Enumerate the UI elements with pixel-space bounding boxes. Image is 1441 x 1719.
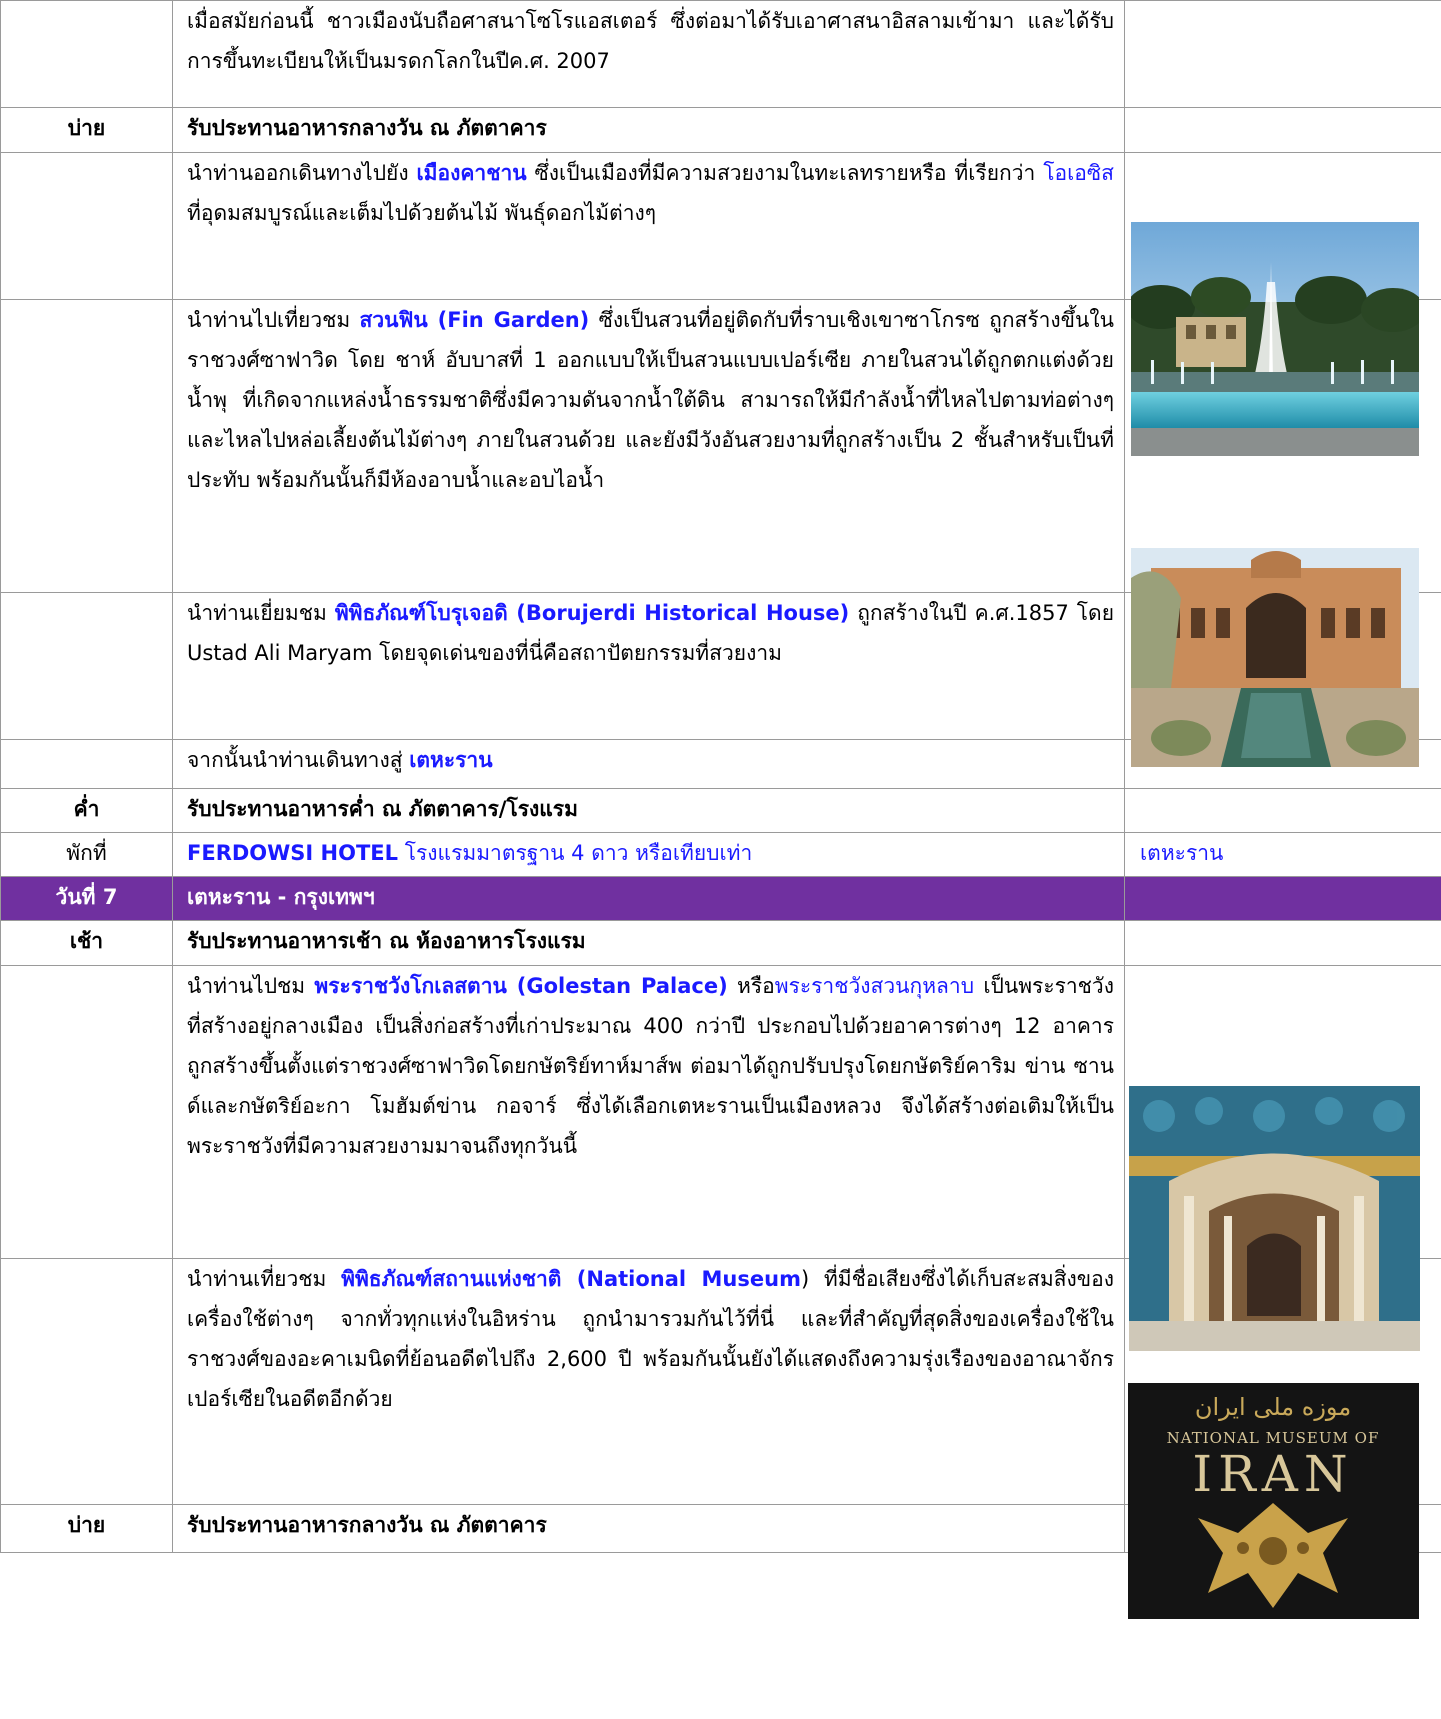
place-link: โอเอซิส — [1043, 161, 1114, 185]
activity-cell: นำท่านไปเที่ยวชม สวนฟิน (Fin Garden) ซึ่… — [172, 299, 1125, 593]
national-museum-poster: موزه ملی ایران NATIONAL MUSEUM OF IRAN — [1128, 1383, 1419, 1619]
activity-cell: จากนั้นนำท่านเดินทางสู่ เตหะราน — [172, 739, 1125, 789]
place-link: พิพิธภัณฑ์สถานแห่งชาติ (National Museum — [341, 1267, 801, 1291]
activity-cell: นำท่านเยี่ยมชม พิพิธภัณฑ์โบรุเจอดิ (Boru… — [172, 592, 1125, 740]
activity-cell: นำท่านออกเดินทางไปยัง เมืองคาชาน ซึ่งเป็… — [172, 152, 1125, 300]
day-label: วันที่ 7 — [0, 876, 173, 921]
time-cell — [0, 0, 173, 108]
hotel-city: เตหะราน — [1124, 832, 1441, 877]
place-link: พระราชวังโกเลสตาน (Golestan Palace) — [314, 974, 728, 998]
meal-text: รับประทานอาหารกลางวัน ณ ภัตตาคาร — [172, 1504, 1125, 1553]
image-cell — [1124, 920, 1441, 966]
table-row: บ่าย รับประทานอาหารกลางวัน ณ ภัตตาคาร — [0, 107, 1441, 153]
time-label: บ่าย — [0, 107, 173, 153]
table-row: เช้า รับประทานอาหารเช้า ณ ห้องอาหารโรงแร… — [0, 920, 1441, 966]
table-row: ค่ำ รับประทานอาหารค่ำ ณ ภัตตาคาร/โรงแรม — [0, 788, 1441, 833]
time-label: บ่าย — [0, 1504, 173, 1553]
place-link: เตหะราน — [409, 748, 493, 772]
image-cell — [1124, 788, 1441, 833]
place-link: พระราชวังสวนกุหลาบ — [774, 974, 975, 998]
museum-persian-title: موزه ملی ایران — [1195, 1393, 1351, 1421]
activity-cell: เมื่อสมัยก่อนนี้ ชาวเมืองนับถือศาสนาโซโร… — [172, 0, 1125, 108]
meal-text: รับประทานอาหารเช้า ณ ห้องอาหารโรงแรม — [172, 920, 1125, 966]
place-link: เมืองคาชาน — [416, 161, 527, 185]
image-cell — [1124, 0, 1441, 108]
day-title: เตหะราน - กรุงเทพฯ — [172, 876, 1125, 921]
time-label: ค่ำ — [0, 788, 173, 833]
activity-cell: นำท่านเที่ยวชม พิพิธภัณฑ์สถานแห่งชาติ (N… — [172, 1258, 1125, 1505]
day-header-row: วันที่ 7 เตหะราน - กรุงเทพฯ — [0, 876, 1441, 921]
hotel-name: FERDOWSI HOTEL — [187, 841, 399, 865]
fin-garden-photo — [1131, 222, 1419, 456]
meal-text: รับประทานอาหารค่ำ ณ ภัตตาคาร/โรงแรม — [172, 788, 1125, 833]
place-link: พิพิธภัณฑ์โบรุเจอดิ (Borujerdi Historica… — [334, 601, 850, 625]
hotel-cell: FERDOWSI HOTEL โรงแรมมาตรฐาน 4 ดาว หรือเ… — [172, 832, 1125, 877]
table-row: เมื่อสมัยก่อนนี้ ชาวเมืองนับถือศาสนาโซโร… — [0, 0, 1441, 108]
place-link: สวนฟิน (Fin Garden) — [359, 308, 590, 332]
hotel-desc: โรงแรมมาตรฐาน 4 ดาว หรือเทียบเท่า — [398, 841, 753, 865]
golestan-palace-photo — [1129, 1086, 1420, 1351]
museum-country-title: IRAN — [1192, 1445, 1353, 1503]
activity-cell: นำท่านไปชม พระราชวังโกเลสตาน (Golestan P… — [172, 965, 1125, 1259]
table-row: พักที่ FERDOWSI HOTEL โรงแรมมาตรฐาน 4 ดา… — [0, 832, 1441, 877]
borujerdi-house-photo — [1131, 548, 1419, 767]
time-label: พักที่ — [0, 832, 173, 877]
time-label: เช้า — [0, 920, 173, 966]
meal-text: รับประทานอาหารกลางวัน ณ ภัตตาคาร — [172, 107, 1125, 153]
image-cell — [1124, 107, 1441, 153]
